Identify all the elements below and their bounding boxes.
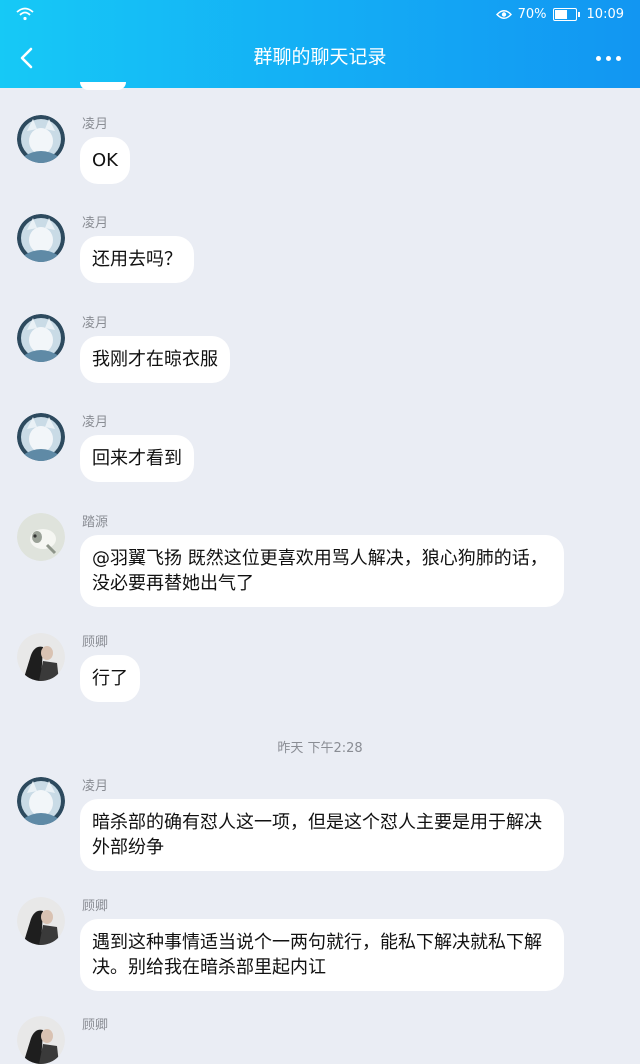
sender-name: 凌月 [82, 316, 109, 331]
previous-bubble-edge [80, 82, 126, 90]
message-bubble[interactable]: 行了 [80, 655, 140, 702]
status-bar: 70% 10:09 [0, 0, 640, 30]
app-header: 70% 10:09 群聊的聊天记录 [0, 0, 640, 88]
sender-name: 凌月 [82, 117, 109, 132]
sender-name: 顾卿 [82, 899, 109, 914]
message-bubble[interactable]: OK [80, 137, 130, 184]
sender-name: 凌月 [82, 779, 109, 794]
sender-name: 凌月 [82, 415, 109, 430]
page-title: 群聊的聊天记录 [253, 46, 387, 68]
status-right: 70% 10:09 [495, 7, 624, 22]
avatar[interactable] [17, 413, 65, 461]
message-bubble[interactable]: 暗杀部的确有怼人这一项，但是这个怼人主要是用于解决外部纷争 [80, 799, 564, 871]
sender-name: 顾卿 [82, 635, 109, 650]
battery-icon [552, 8, 580, 21]
message-bubble[interactable]: 回来才看到 [80, 435, 194, 482]
battery-percent: 70% [517, 7, 547, 22]
wifi-icon [16, 7, 34, 21]
avatar[interactable] [17, 214, 65, 262]
avatar[interactable] [17, 777, 65, 825]
message-bubble[interactable]: 遇到这种事情适当说个一两句就行，能私下解决就私下解决。别给我在暗杀部里起内讧 [80, 919, 564, 991]
avatar[interactable] [17, 897, 65, 945]
avatar[interactable] [17, 633, 65, 681]
message-bubble[interactable]: @羽翼飞扬 既然这位更喜欢用骂人解决，狼心狗肺的话，没必要再替她出气了 [80, 535, 564, 607]
avatar[interactable] [17, 115, 65, 163]
avatar[interactable] [17, 314, 65, 362]
sender-name: 凌月 [82, 216, 109, 231]
sender-name: 踏源 [82, 515, 109, 530]
timestamp: 昨天 下午2:28 [277, 741, 363, 756]
message-bubble[interactable]: 还用去吗？ [80, 236, 194, 283]
clock: 10:09 [586, 7, 624, 22]
message-bubble[interactable]: 我刚才在晾衣服 [80, 336, 230, 383]
avatar[interactable] [17, 513, 65, 561]
avatar[interactable] [17, 1016, 65, 1064]
more-dots-icon[interactable] [596, 50, 626, 66]
eye-icon [495, 10, 512, 19]
